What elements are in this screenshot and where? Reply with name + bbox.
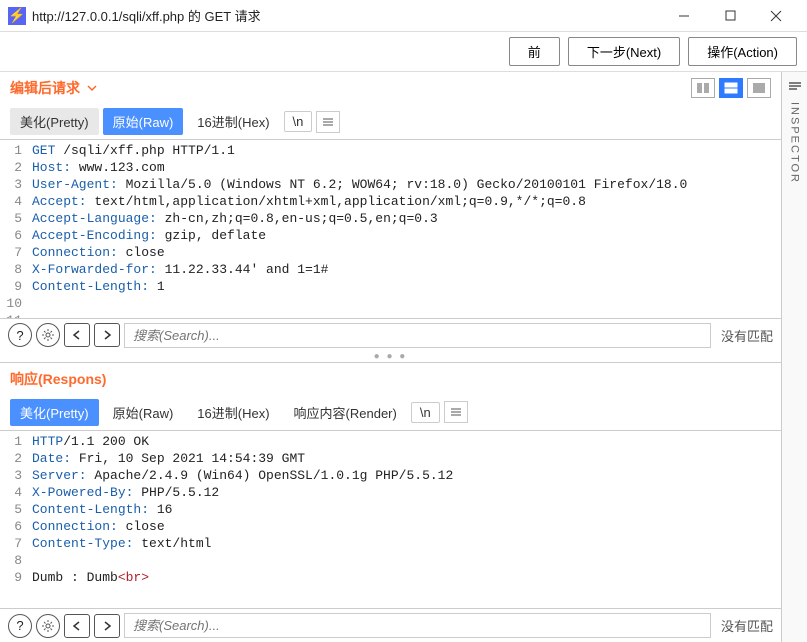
inspector-sidebar[interactable]: INSPECTOR	[781, 72, 807, 642]
request-title-label: 编辑后请求	[10, 78, 80, 98]
minimize-button[interactable]	[661, 0, 707, 32]
gear-icon[interactable]	[36, 323, 60, 347]
menu-icon[interactable]	[444, 401, 468, 423]
request-search-input[interactable]	[124, 323, 711, 348]
arrow-left-icon[interactable]	[64, 614, 90, 638]
request-nomatch-label: 没有匹配	[715, 326, 773, 345]
request-editor[interactable]: 1 2 3 4 5 6 7 8 9 10 11 GET /sqli/xff.ph…	[0, 139, 781, 318]
view-toggles	[691, 78, 771, 98]
app-logo: ⚡	[8, 7, 26, 25]
response-title: 响应(Respons)	[10, 369, 106, 389]
response-title-label: 响应(Respons)	[10, 369, 106, 389]
request-bottombar: ? 没有匹配	[0, 318, 781, 352]
maximize-button[interactable]	[707, 0, 753, 32]
view-columns-icon[interactable]	[691, 78, 715, 98]
gear-icon[interactable]	[36, 614, 60, 638]
inspector-label: INSPECTOR	[789, 102, 801, 184]
request-gutter: 1 2 3 4 5 6 7 8 9 10 11	[0, 140, 28, 318]
main-toolbar: 前 下一步(Next) 操作(Action)	[0, 32, 807, 72]
help-icon[interactable]: ?	[8, 323, 32, 347]
request-pane: 编辑后请求 美化(Pretty) 原始(Raw) 16进制(Hex) \n 1 …	[0, 72, 781, 352]
arrow-right-icon[interactable]	[94, 614, 120, 638]
request-code[interactable]: GET /sqli/xff.php HTTP/1.1 Host: www.123…	[28, 140, 781, 318]
response-tabbar: 美化(Pretty) 原始(Raw) 16进制(Hex) 响应内容(Render…	[0, 395, 781, 430]
tab-render[interactable]: 响应内容(Render)	[284, 399, 407, 426]
response-nomatch-label: 没有匹配	[715, 616, 773, 635]
response-editor[interactable]: 1 2 3 4 5 6 7 8 9 HTTP/1.1 200 OK Date: …	[0, 430, 781, 609]
tab-pretty[interactable]: 美化(Pretty)	[10, 399, 99, 426]
tab-hex[interactable]: 16进制(Hex)	[187, 108, 279, 135]
inspector-toggle-icon[interactable]	[787, 80, 803, 92]
tab-raw[interactable]: 原始(Raw)	[103, 108, 184, 135]
next-button[interactable]: 下一步(Next)	[568, 37, 680, 66]
arrow-right-icon[interactable]	[94, 323, 120, 347]
response-bottombar: ? 没有匹配	[0, 608, 781, 642]
request-tabbar: 美化(Pretty) 原始(Raw) 16进制(Hex) \n	[0, 104, 781, 139]
tab-newline[interactable]: \n	[411, 402, 440, 423]
response-code[interactable]: HTTP/1.1 200 OK Date: Fri, 10 Sep 2021 1…	[28, 431, 781, 609]
tab-newline[interactable]: \n	[284, 111, 313, 132]
response-pane: 响应(Respons) 美化(Pretty) 原始(Raw) 16进制(Hex)…	[0, 362, 781, 642]
menu-icon[interactable]	[316, 111, 340, 133]
chevron-down-icon	[86, 82, 98, 94]
response-search-input[interactable]	[124, 613, 711, 638]
view-split-icon[interactable]	[719, 78, 743, 98]
tab-pretty[interactable]: 美化(Pretty)	[10, 108, 99, 135]
pane-divider[interactable]: ● ● ●	[0, 352, 781, 362]
action-button[interactable]: 操作(Action)	[688, 37, 797, 66]
prev-button[interactable]: 前	[509, 37, 560, 66]
close-button[interactable]	[753, 0, 799, 32]
window-controls	[661, 0, 799, 32]
tab-raw[interactable]: 原始(Raw)	[103, 399, 184, 426]
window-title: http://127.0.0.1/sqli/xff.php 的 GET 请求	[32, 6, 661, 25]
tab-hex[interactable]: 16进制(Hex)	[187, 399, 279, 426]
view-single-icon[interactable]	[747, 78, 771, 98]
help-icon[interactable]: ?	[8, 614, 32, 638]
request-title[interactable]: 编辑后请求	[10, 78, 98, 98]
titlebar: ⚡ http://127.0.0.1/sqli/xff.php 的 GET 请求	[0, 0, 807, 32]
arrow-left-icon[interactable]	[64, 323, 90, 347]
response-gutter: 1 2 3 4 5 6 7 8 9	[0, 431, 28, 609]
